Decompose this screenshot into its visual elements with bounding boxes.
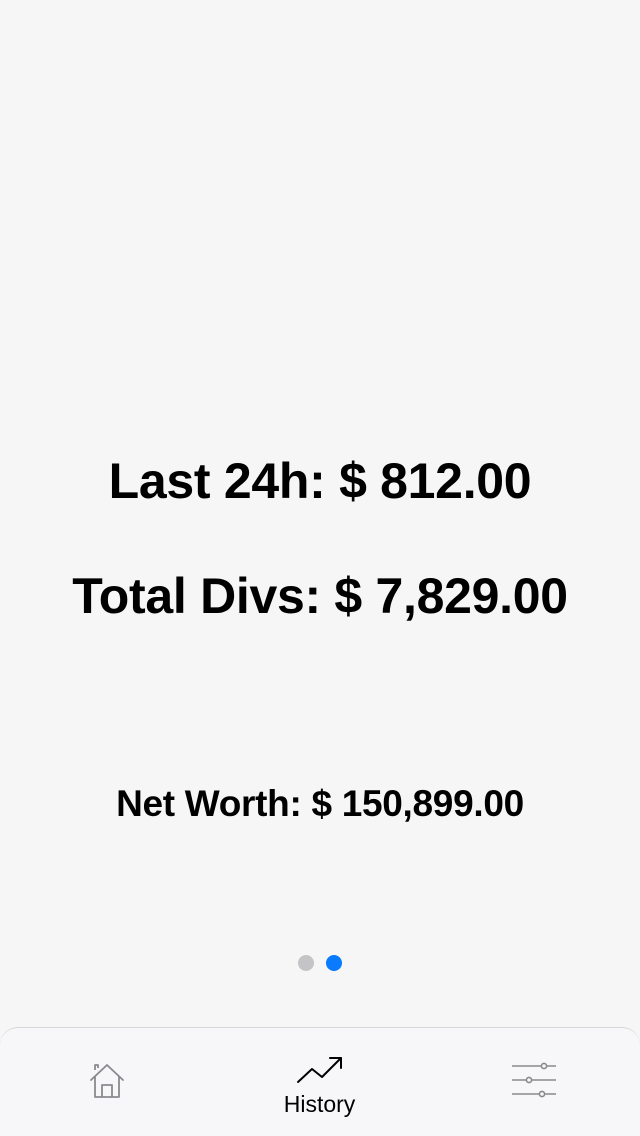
net-worth-text: Net Worth: $ 150,899.00 [116,783,524,824]
tab-bar: History [0,1027,640,1136]
total-divs-text: Total Divs: $ 7,829.00 [72,568,568,624]
sliders-icon [511,1062,556,1098]
home-icon [89,1064,124,1098]
tab-home[interactable] [0,1028,213,1136]
page-dot-2-active[interactable] [326,955,342,971]
tab-settings[interactable] [427,1028,640,1136]
screen: Last 24h: $ 812.00 Total Divs: $ 7,829.0… [0,0,640,1136]
trending-up-icon [296,1057,342,1083]
last-24h-text: Last 24h: $ 812.00 [108,453,532,509]
page-dot-1[interactable] [298,955,314,971]
page-control[interactable] [0,955,640,971]
stats-panel: Last 24h: $ 812.00 Total Divs: $ 7,829.0… [0,0,640,1020]
tab-history[interactable]: History [213,1028,426,1136]
tab-history-label: History [283,1091,356,1117]
